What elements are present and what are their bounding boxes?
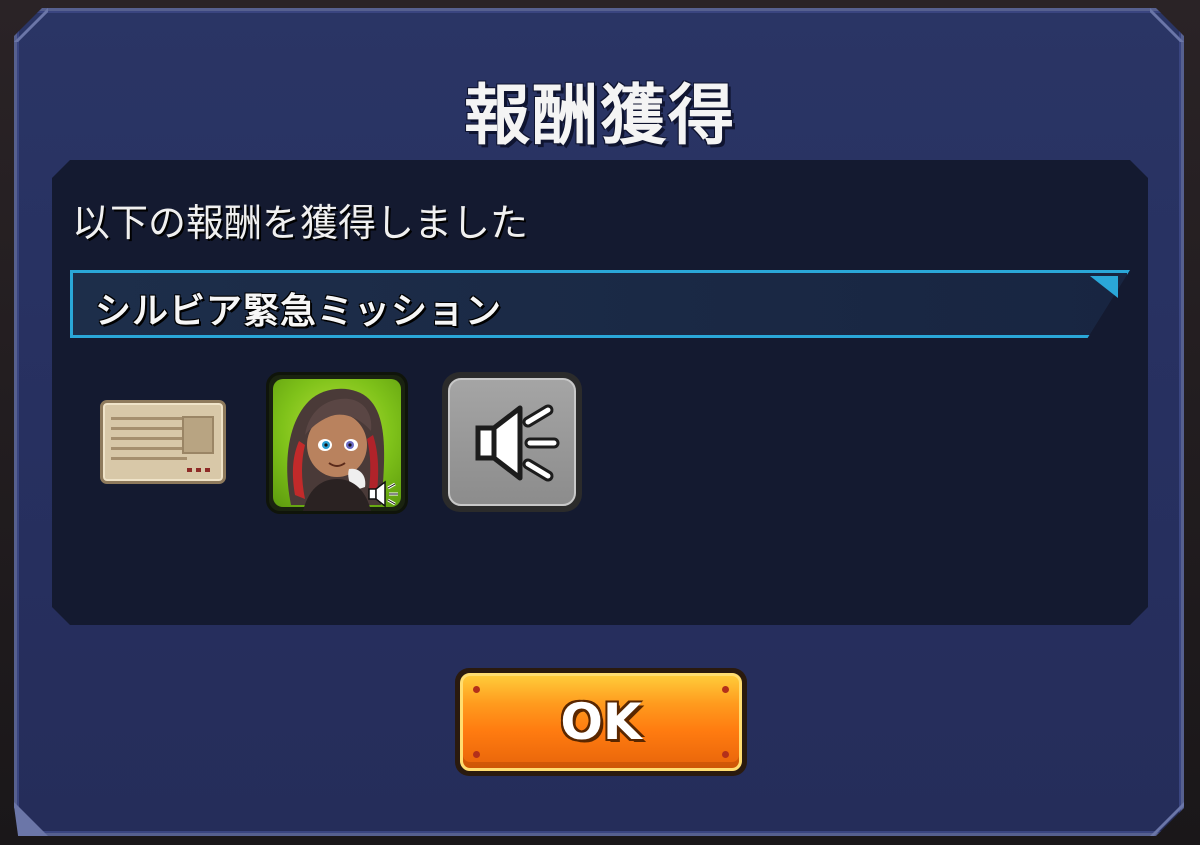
- ticket-icon[interactable]: [100, 400, 226, 484]
- ticket-line: [111, 457, 187, 460]
- ticket-dots: [187, 468, 213, 472]
- ticket-stamp-box: [182, 416, 214, 454]
- mission-banner-corner: [1090, 276, 1118, 298]
- ok-button[interactable]: OK: [455, 668, 747, 776]
- reward-message: 以下の報酬を獲得しました: [72, 201, 529, 245]
- character-portrait-icon[interactable]: [266, 372, 408, 514]
- speaker-badge-icon: [368, 480, 398, 508]
- ticket-line: [111, 447, 187, 450]
- speaker-icon-frame: [448, 378, 576, 506]
- speaker-glyph: [475, 404, 560, 482]
- ok-button-face: OK: [460, 673, 742, 771]
- ticket-line: [111, 417, 187, 420]
- ticket-line: [111, 437, 187, 440]
- speaker-icon[interactable]: [442, 372, 582, 512]
- dialog-title: 報酬獲得: [464, 77, 736, 154]
- ok-button-label: OK: [560, 693, 642, 751]
- ticket-line: [111, 427, 187, 430]
- mission-name: シルビア緊急ミッション: [95, 291, 503, 332]
